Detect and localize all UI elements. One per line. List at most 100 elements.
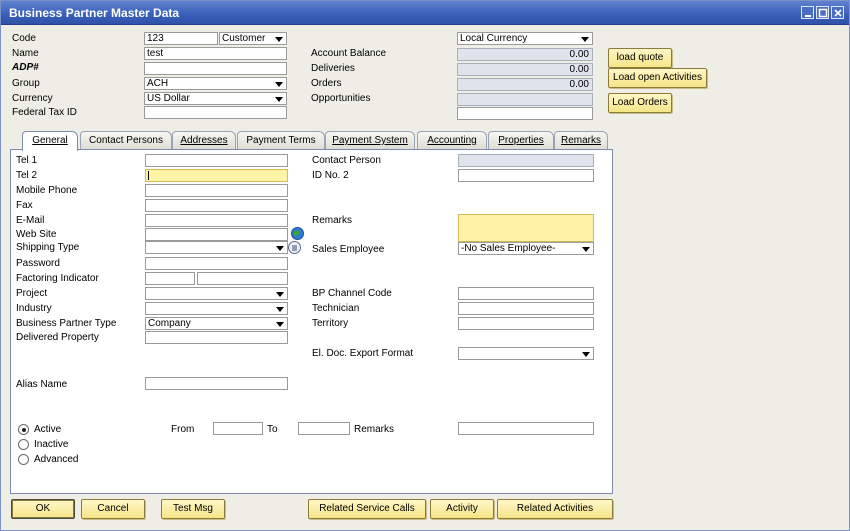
advanced-label: Advanced: [34, 454, 79, 465]
tab-properties[interactable]: Properties: [488, 131, 554, 150]
email-field[interactable]: [145, 214, 288, 227]
tab-general[interactable]: General: [22, 131, 78, 151]
cancel-button[interactable]: Cancel: [81, 499, 145, 519]
factoring-indicator-desc-field[interactable]: [197, 272, 288, 285]
mobile-phone-label: Mobile Phone: [16, 185, 78, 196]
title-bar: Business Partner Master Data: [1, 1, 849, 25]
adp-field[interactable]: [144, 62, 287, 75]
website-label: Web Site: [16, 229, 57, 240]
list-icon[interactable]: [288, 241, 301, 254]
federal-tax-label: Federal Tax ID: [12, 107, 77, 118]
bp-type-dropdown[interactable]: Company: [145, 317, 288, 330]
technician-label: Technician: [312, 303, 360, 314]
name-field[interactable]: test: [144, 47, 287, 60]
tab-accounting[interactable]: Accounting: [417, 131, 487, 150]
test-msg-button[interactable]: Test Msg: [161, 499, 225, 519]
deliveries-field: 0.00: [457, 63, 593, 76]
tel2-field[interactable]: [145, 169, 288, 182]
code-field[interactable]: 123: [144, 32, 218, 45]
tab-label: Accounting: [427, 135, 477, 146]
territory-field[interactable]: [458, 317, 594, 330]
minimize-icon[interactable]: [801, 6, 814, 19]
el-doc-export-label: El. Doc. Export Format: [312, 348, 414, 359]
ok-button[interactable]: OK: [11, 499, 75, 519]
from-date-field[interactable]: [213, 422, 263, 435]
sales-employee-label: Sales Employee: [312, 244, 385, 255]
id-no2-field[interactable]: [458, 169, 594, 182]
active-radio[interactable]: [18, 424, 29, 435]
tab-label: Properties: [498, 135, 544, 146]
group-dropdown[interactable]: ACH: [144, 77, 287, 90]
window-title: Business Partner Master Data: [9, 6, 180, 20]
to-label: To: [267, 424, 278, 435]
fax-field[interactable]: [145, 199, 288, 212]
deliveries-label: Deliveries: [311, 63, 355, 74]
technician-field[interactable]: [458, 302, 594, 315]
bp-type-label: Business Partner Type: [16, 318, 117, 329]
status-remarks-field[interactable]: [458, 422, 594, 435]
tab-label: Addresses: [180, 135, 228, 146]
activity-button[interactable]: Activity: [430, 499, 494, 519]
orders-label: Orders: [311, 78, 342, 89]
delivered-property-label: Delivered Property: [16, 332, 99, 343]
territory-label: Territory: [312, 318, 349, 329]
related-activities-button[interactable]: Related Activities: [497, 499, 613, 519]
password-label: Password: [16, 258, 60, 269]
orders-field: 0.00: [457, 78, 593, 91]
inactive-label: Inactive: [34, 439, 69, 450]
remarks-label: Remarks: [312, 215, 353, 226]
from-label: From: [171, 424, 195, 435]
advanced-radio[interactable]: [18, 454, 29, 465]
code-type-dropdown[interactable]: Customer: [219, 32, 287, 45]
currency-dropdown[interactable]: US Dollar: [144, 92, 287, 105]
load-open-activities-button[interactable]: Load open Activities: [608, 68, 707, 88]
name-label: Name: [12, 48, 39, 59]
globe-icon[interactable]: [291, 227, 304, 240]
bp-channel-code-field[interactable]: [458, 287, 594, 300]
delivered-property-field[interactable]: [145, 331, 288, 344]
tab-remarks[interactable]: Remarks: [554, 131, 608, 150]
alias-name-label: Alias Name: [16, 379, 68, 390]
shipping-type-dropdown[interactable]: [145, 241, 288, 254]
tel2-label: Tel 2: [16, 170, 38, 181]
el-doc-export-dropdown[interactable]: [458, 347, 594, 360]
opportunities-field: [457, 93, 593, 106]
project-dropdown[interactable]: [145, 287, 288, 300]
tab-payment-system[interactable]: Payment System: [325, 131, 415, 150]
password-field[interactable]: [145, 257, 288, 270]
industry-dropdown[interactable]: [145, 302, 288, 315]
tab-contact-persons[interactable]: Contact Persons: [80, 131, 172, 150]
group-label: Group: [12, 78, 40, 89]
bp-channel-code-label: BP Channel Code: [312, 288, 392, 299]
maximize-icon[interactable]: [816, 6, 829, 19]
factoring-indicator-field[interactable]: [145, 272, 195, 285]
tel1-field[interactable]: [145, 154, 288, 167]
load-quote-button[interactable]: load quote: [608, 48, 672, 68]
related-service-calls-button[interactable]: Related Service Calls: [308, 499, 426, 519]
bp-master-data-window: Business Partner Master Data Code 123 Cu…: [0, 0, 850, 531]
close-icon[interactable]: [831, 6, 844, 19]
to-date-field[interactable]: [298, 422, 350, 435]
id-no2-label: ID No. 2: [312, 170, 349, 181]
tab-label: Payment Terms: [246, 135, 316, 146]
contact-person-field: [458, 154, 594, 167]
contact-person-label: Contact Person: [312, 155, 381, 166]
alias-name-field[interactable]: [145, 377, 288, 390]
website-field[interactable]: [145, 228, 288, 241]
currency-mode-dropdown[interactable]: Local Currency: [457, 32, 593, 45]
project-label: Project: [16, 288, 48, 299]
inactive-radio[interactable]: [18, 439, 29, 450]
tab-payment-terms[interactable]: Payment Terms: [237, 131, 325, 150]
federal-tax-field[interactable]: [144, 106, 287, 119]
remarks-field[interactable]: [458, 214, 594, 242]
adp-label: ADP#: [12, 62, 39, 73]
sales-employee-dropdown[interactable]: -No Sales Employee-: [458, 242, 594, 255]
mobile-phone-field[interactable]: [145, 184, 288, 197]
header-extra-field[interactable]: [457, 107, 593, 120]
tab-addresses[interactable]: Addresses: [172, 131, 236, 150]
code-label: Code: [12, 33, 36, 44]
general-tab-panel: Tel 1 Tel 2 Mobile Phone Fax E-Mail Web …: [10, 149, 613, 494]
account-balance-label: Account Balance: [311, 48, 387, 59]
load-orders-button[interactable]: Load Orders: [608, 93, 672, 113]
currency-label: Currency: [12, 93, 53, 104]
